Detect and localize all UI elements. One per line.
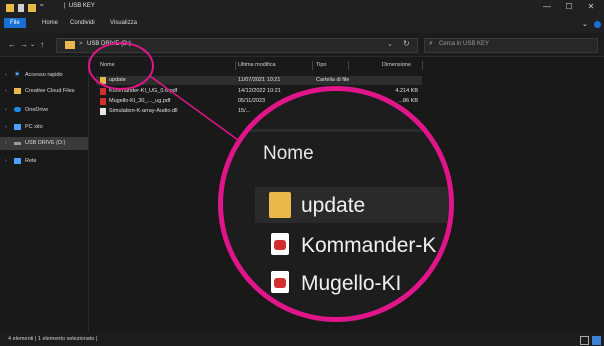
status-bar: 4 elementi | 1 elemento selezionato |: [0, 333, 604, 346]
magnifier-lens: Nome update Kommander-K Mugello-KI: [218, 86, 454, 322]
magnified-file-name: Mugello-KI: [301, 272, 402, 295]
large-icons-view-icon[interactable]: [592, 336, 601, 345]
explorer-window: = | USB KEY — ☐ ✕ File Home Condividi Vi…: [0, 0, 604, 346]
magnified-divider: [223, 129, 449, 132]
magnified-file-name: Kommander-K: [301, 234, 437, 257]
status-text: 4 elementi | 1 elemento selezionato |: [8, 336, 98, 342]
magnified-column-header: Nome: [263, 143, 314, 164]
pdf-icon: [271, 233, 289, 255]
magnified-file-name: update: [301, 194, 366, 217]
pdf-icon: [271, 271, 289, 293]
details-view-icon[interactable]: [580, 336, 589, 345]
folder-icon: [269, 192, 291, 218]
